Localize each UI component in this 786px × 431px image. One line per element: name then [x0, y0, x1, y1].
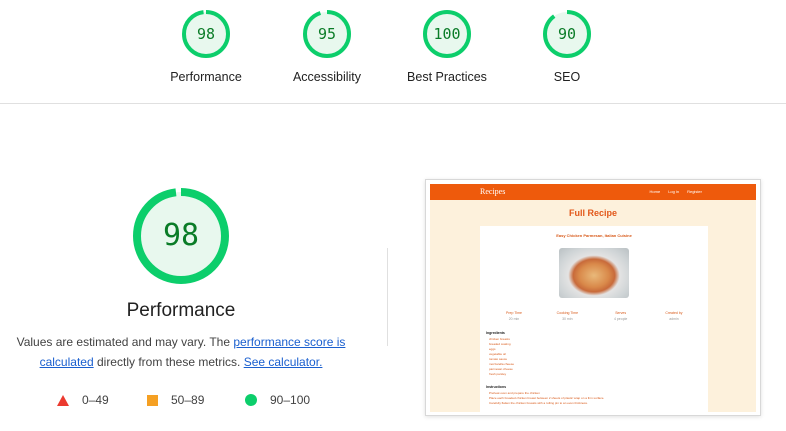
gauge-score: 95 — [317, 25, 337, 43]
gauge-label: Accessibility — [292, 70, 362, 84]
screenshot-navbar: Recipes Home Log in Register — [430, 184, 756, 200]
screenshot-meta-item: Prep Time 20 min — [490, 311, 538, 321]
triangle-icon — [57, 394, 69, 406]
gauge-ring: 95 — [302, 9, 352, 59]
square-icon — [147, 394, 158, 406]
meta-label: Cooking Time — [556, 311, 579, 315]
gauge-ring: 98 — [181, 9, 231, 59]
screenshot-heading: Full Recipe — [568, 208, 617, 218]
instruction-item: Carefully flatten the chicken breasts wi… — [489, 401, 588, 405]
legend-pass-label: 90–100 — [270, 393, 311, 407]
meta-label: Serves — [615, 311, 627, 315]
screenshot-food-image — [559, 248, 629, 298]
meta-value: 4 people — [613, 317, 628, 321]
screenshot-nav-link: Register — [687, 189, 702, 194]
screenshot-recipe-card: Easy Chicken Parmesan, Italian Cuisine P… — [480, 226, 708, 412]
performance-score: 98 — [162, 218, 200, 253]
meta-label: Prep Time — [506, 311, 522, 315]
meta-label: Created by — [665, 311, 683, 315]
gauge-label: Best Practices — [407, 70, 487, 84]
final-screenshot[interactable]: Recipes Home Log in Register Full Recipe… — [425, 179, 761, 416]
screenshot-page: Recipes Home Log in Register Full Recipe… — [430, 184, 756, 412]
description-text: directly from these metrics. — [93, 355, 244, 369]
gauge-score: 98 — [196, 25, 216, 43]
see-calculator-link[interactable]: See calculator. — [244, 355, 323, 369]
gauge-seo[interactable]: 90 SEO — [512, 9, 622, 84]
screenshot-instructions-list: Preheat oven and prepare the chicken Pla… — [489, 391, 604, 406]
legend-average-label: 50–89 — [171, 393, 205, 407]
screenshot-meta-item: Cooking Time 30 min — [543, 311, 591, 321]
ingredient-item: fresh parsley — [489, 372, 507, 376]
screenshot-nav-link: Log in — [668, 189, 680, 194]
legend-pass: 90–100 — [245, 392, 310, 408]
description-text: Values are estimated and may vary. The — [16, 335, 234, 349]
gauge-performance[interactable]: 98 Performance — [151, 9, 261, 84]
screenshot-nav-links: Home Log in Register — [650, 189, 702, 194]
screenshot-nav-link: Home — [649, 189, 661, 194]
screenshot-meta-item: Created by admin — [650, 311, 698, 321]
gauge-best-practices[interactable]: 100 Best Practices — [392, 9, 502, 84]
gauge-label: SEO — [553, 70, 581, 84]
screenshot-meta-item: Serves 4 people — [597, 311, 645, 321]
gauge-label: Performance — [170, 70, 242, 84]
screenshot-recipe-meta: Prep Time 20 min Cooking Time 30 min Serve… — [490, 311, 698, 321]
legend-fail: 0–49 — [57, 392, 109, 408]
meta-value: 30 min — [562, 317, 573, 321]
screenshot-ingredients-heading: Ingredients — [486, 331, 505, 335]
meta-value: admin — [669, 317, 679, 321]
screenshot-recipe-title: Easy Chicken Parmesan, Italian Cuisine — [556, 233, 632, 238]
performance-gauge: 98 — [131, 186, 231, 286]
screenshot-instructions-heading: Instructions — [486, 385, 507, 389]
circle-icon — [245, 394, 257, 406]
gauge-score: 100 — [433, 25, 461, 43]
legend-fail-label: 0–49 — [82, 393, 109, 407]
meta-value: 20 min — [508, 317, 520, 321]
legend-average: 50–89 — [147, 392, 204, 408]
gauge-accessibility[interactable]: 95 Accessibility — [272, 9, 382, 84]
gauge-ring: 90 — [542, 9, 592, 59]
performance-title: Performance — [126, 300, 236, 321]
performance-description: Values are estimated and may vary. The p… — [8, 332, 354, 372]
screenshot-brand: Recipes — [480, 187, 506, 196]
screenshot-ingredients-list: chicken breasts breaded coating eggs veg… — [489, 337, 514, 377]
gauge-ring: 100 — [422, 9, 472, 59]
gauge-score: 90 — [557, 25, 577, 43]
vertical-divider — [387, 248, 388, 346]
category-summary: 98 Performance 95 Accessibility 100 Best… — [0, 0, 786, 104]
